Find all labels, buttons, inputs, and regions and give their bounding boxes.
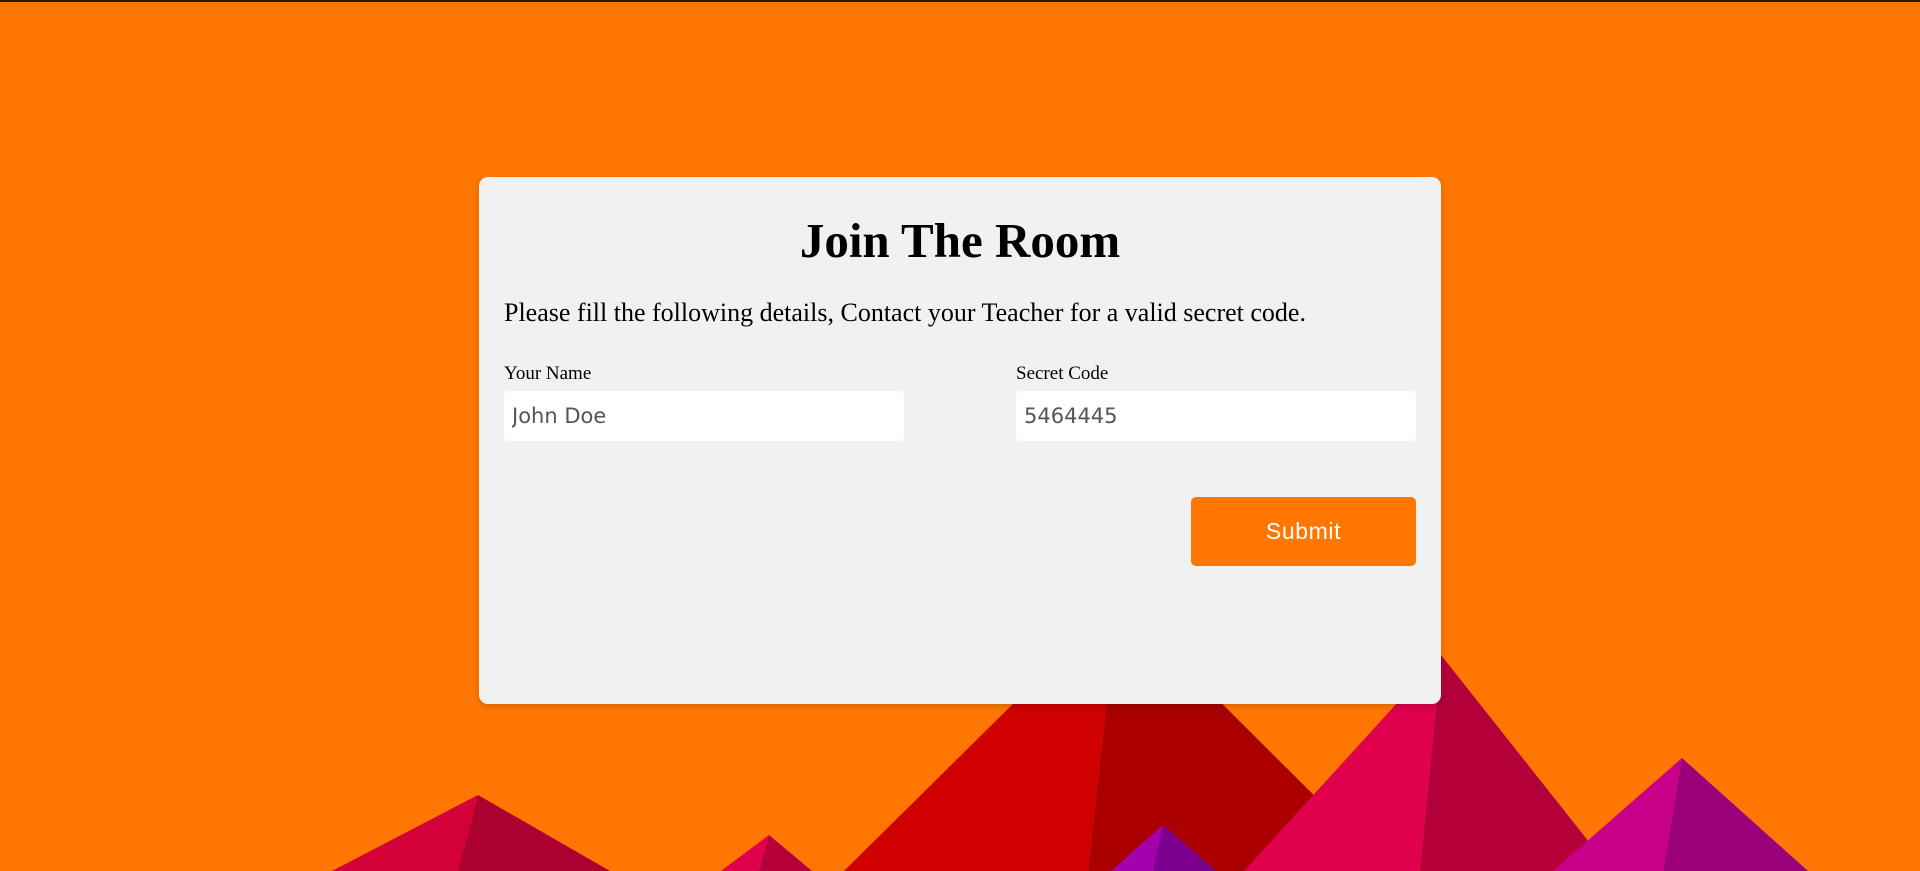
name-label: Your Name: [504, 363, 592, 384]
mountain-magenta-dark: [1663, 758, 1808, 871]
secret-code-input[interactable]: [1016, 391, 1416, 441]
name-input[interactable]: [504, 391, 904, 441]
page-title: Join The Room: [799, 213, 1121, 268]
join-room-card: Join The Room Please fill the following …: [479, 177, 1441, 704]
mountain-left-light: [332, 795, 478, 871]
instructions-text: Please fill the following details, Conta…: [504, 298, 1306, 327]
mountain-left-dark: [458, 795, 610, 871]
mountain-pink-dark: [1420, 655, 1612, 871]
secret-code-label: Secret Code: [1016, 363, 1109, 384]
submit-button[interactable]: Submit: [1191, 497, 1416, 566]
